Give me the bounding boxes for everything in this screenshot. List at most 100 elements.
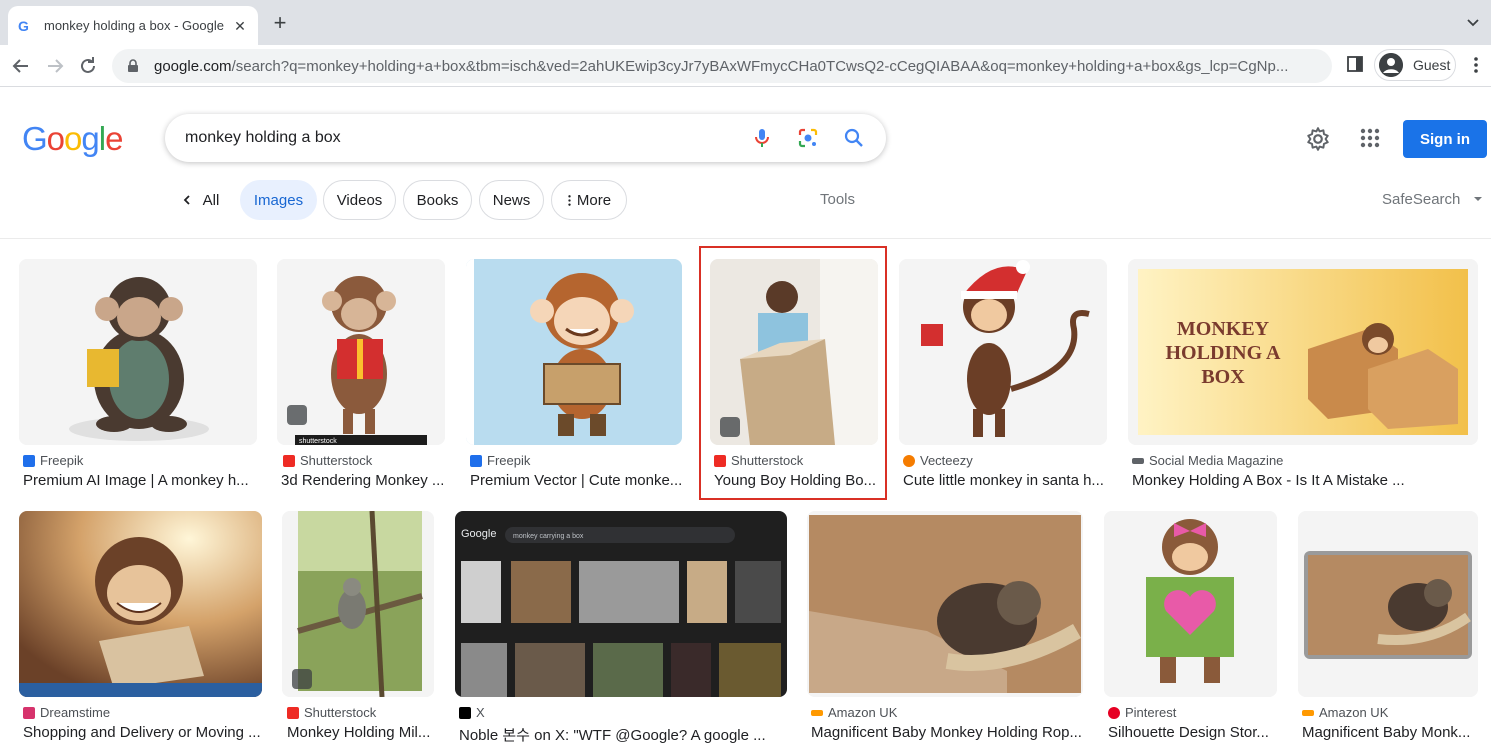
result-image[interactable] [1298, 511, 1478, 697]
result-source[interactable]: Amazon UK [811, 705, 897, 720]
search-icon[interactable] [842, 126, 866, 150]
result-title[interactable]: Magnificent Baby Monk... [1302, 724, 1478, 741]
result-image[interactable] [807, 511, 1083, 697]
address-bar[interactable]: google.com/search?q=monkey+holding+a+box… [112, 49, 1332, 83]
filter-images[interactable]: Images [240, 180, 317, 220]
search-input[interactable]: monkey holding a box [185, 129, 728, 147]
google-lens-icon[interactable] [796, 126, 820, 150]
result-title[interactable]: Noble 본수 on X: "WTF @Google? A google ..… [459, 724, 787, 745]
side-panel-icon[interactable] [1346, 55, 1364, 73]
result-title[interactable]: Monkey Holding A Box - Is It A Mistake .… [1132, 472, 1478, 489]
result-source[interactable]: Vecteezy [903, 453, 973, 468]
browser-tab[interactable]: G monkey holding a box - Google ✕ [8, 6, 258, 45]
result-source[interactable]: Shutterstock [283, 453, 372, 468]
result-image[interactable]: shutterstock [277, 259, 445, 445]
apps-grid-icon[interactable] [1358, 126, 1382, 150]
logo-letter: o [64, 120, 82, 157]
filter-books[interactable]: Books [403, 180, 472, 220]
chevron-down-icon[interactable] [1465, 14, 1481, 30]
monkey-holding-box-banner: MONKEY HOLDING A BOX [1128, 259, 1478, 445]
guest-avatar-icon [1379, 53, 1403, 77]
svg-text:BOX: BOX [1201, 366, 1245, 388]
result-source-label: Amazon UK [1319, 705, 1389, 720]
selection-highlight [699, 246, 887, 500]
filter-news[interactable]: News [479, 180, 544, 220]
dreamstime-logo-icon [23, 706, 35, 719]
filter-books-label: Books [416, 191, 459, 209]
result-source-label: Freepik [40, 453, 84, 468]
result-title[interactable]: Silhouette Design Stor... [1108, 724, 1277, 741]
filter-videos[interactable]: Videos [323, 180, 396, 220]
settings-gear-icon[interactable] [1305, 126, 1331, 152]
shutterstock-strip-text: shutterstock [299, 438, 337, 445]
result-source[interactable]: Amazon UK [1302, 705, 1388, 720]
amazon-logo-icon [1302, 709, 1314, 716]
result-source[interactable]: Dreamstime [23, 705, 110, 720]
filter-all[interactable]: All [174, 180, 226, 220]
microphone-icon[interactable] [750, 126, 774, 150]
result-image[interactable] [466, 259, 682, 445]
url-path: /search?q=monkey+holding+a+box&tbm=isch&… [231, 57, 1289, 75]
svg-text:HOLDING A: HOLDING A [1165, 342, 1281, 364]
filter-images-label: Images [253, 191, 304, 209]
safesearch-button[interactable]: SafeSearch [1382, 191, 1483, 208]
close-tab-icon[interactable]: ✕ [232, 18, 248, 34]
result-title[interactable]: Monkey Holding Mil... [287, 724, 434, 741]
new-tab-button[interactable]: + [268, 12, 292, 36]
tools-button[interactable]: Tools [820, 191, 855, 208]
image-badge-icon [292, 669, 312, 689]
profile-button[interactable]: Guest [1374, 49, 1456, 81]
result-source-label: Freepik [487, 453, 531, 468]
result-title[interactable]: Shopping and Delivery or Moving ... [23, 724, 262, 741]
social-media-magazine-logo-icon [1132, 457, 1144, 464]
search-box[interactable]: monkey holding a box [165, 114, 886, 162]
result-title[interactable]: Premium AI Image | A monkey h... [23, 472, 255, 489]
url-host: google.com [154, 57, 232, 75]
url-text: google.com/search?q=monkey+holding+a+box… [154, 58, 1288, 75]
pinterest-logo-icon [1108, 706, 1120, 719]
result-image[interactable] [1104, 511, 1277, 697]
more-vert-icon[interactable] [1468, 55, 1484, 75]
result-title[interactable]: Premium Vector | Cute monke... [470, 472, 682, 489]
baby-monkey-rope-photo [807, 511, 1083, 697]
result-source-label: Shutterstock [304, 705, 377, 720]
google-logo[interactable]: Google [22, 120, 123, 158]
result-source[interactable]: Shutterstock [287, 705, 376, 720]
result-source[interactable]: Social Media Magazine [1132, 453, 1283, 468]
reload-icon[interactable] [76, 54, 100, 78]
result-source-label: Vecteezy [920, 453, 973, 468]
result-source[interactable]: Freepik [23, 453, 83, 468]
happy-monkey-box-illustration [19, 511, 262, 697]
result-title[interactable]: Cute little monkey in santa h... [903, 472, 1107, 489]
more-vert-icon [568, 194, 571, 206]
logo-letter: o [46, 120, 65, 157]
result-source-label: Pinterest [1125, 705, 1177, 720]
result-image[interactable] [19, 511, 262, 697]
tab-title: monkey holding a box - Google [44, 18, 224, 33]
forward-arrow-icon[interactable] [43, 54, 67, 78]
back-arrow-icon[interactable] [9, 54, 33, 78]
result-image[interactable]: MONKEY HOLDING A BOX [1128, 259, 1478, 445]
result-source[interactable]: Pinterest [1108, 705, 1176, 720]
result-source-label: Dreamstime [40, 705, 111, 720]
filter-videos-label: Videos [336, 191, 383, 209]
result-image[interactable] [19, 259, 257, 445]
shutterstock-logo-icon [283, 454, 295, 467]
result-title[interactable]: Magnificent Baby Monkey Holding Rop... [811, 724, 1083, 741]
freepik-logo-icon [23, 454, 35, 467]
amazon-logo-icon [811, 709, 823, 716]
logo-letter: G [22, 120, 48, 157]
result-source[interactable]: X [459, 705, 485, 720]
lock-icon[interactable] [126, 59, 140, 73]
image-badge-icon [287, 405, 307, 425]
result-image[interactable] [899, 259, 1107, 445]
filter-more[interactable]: More [551, 180, 627, 220]
result-image[interactable]: Google monkey carrying a box [455, 511, 787, 697]
result-image[interactable] [282, 511, 434, 697]
chevron-left-icon [183, 195, 190, 205]
sign-in-button[interactable]: Sign in [1403, 120, 1487, 158]
silhouette-monkey-gift-box [1104, 511, 1277, 697]
result-source-label: Amazon UK [828, 705, 898, 720]
result-title[interactable]: 3d Rendering Monkey ... [281, 472, 443, 489]
result-source[interactable]: Freepik [470, 453, 530, 468]
